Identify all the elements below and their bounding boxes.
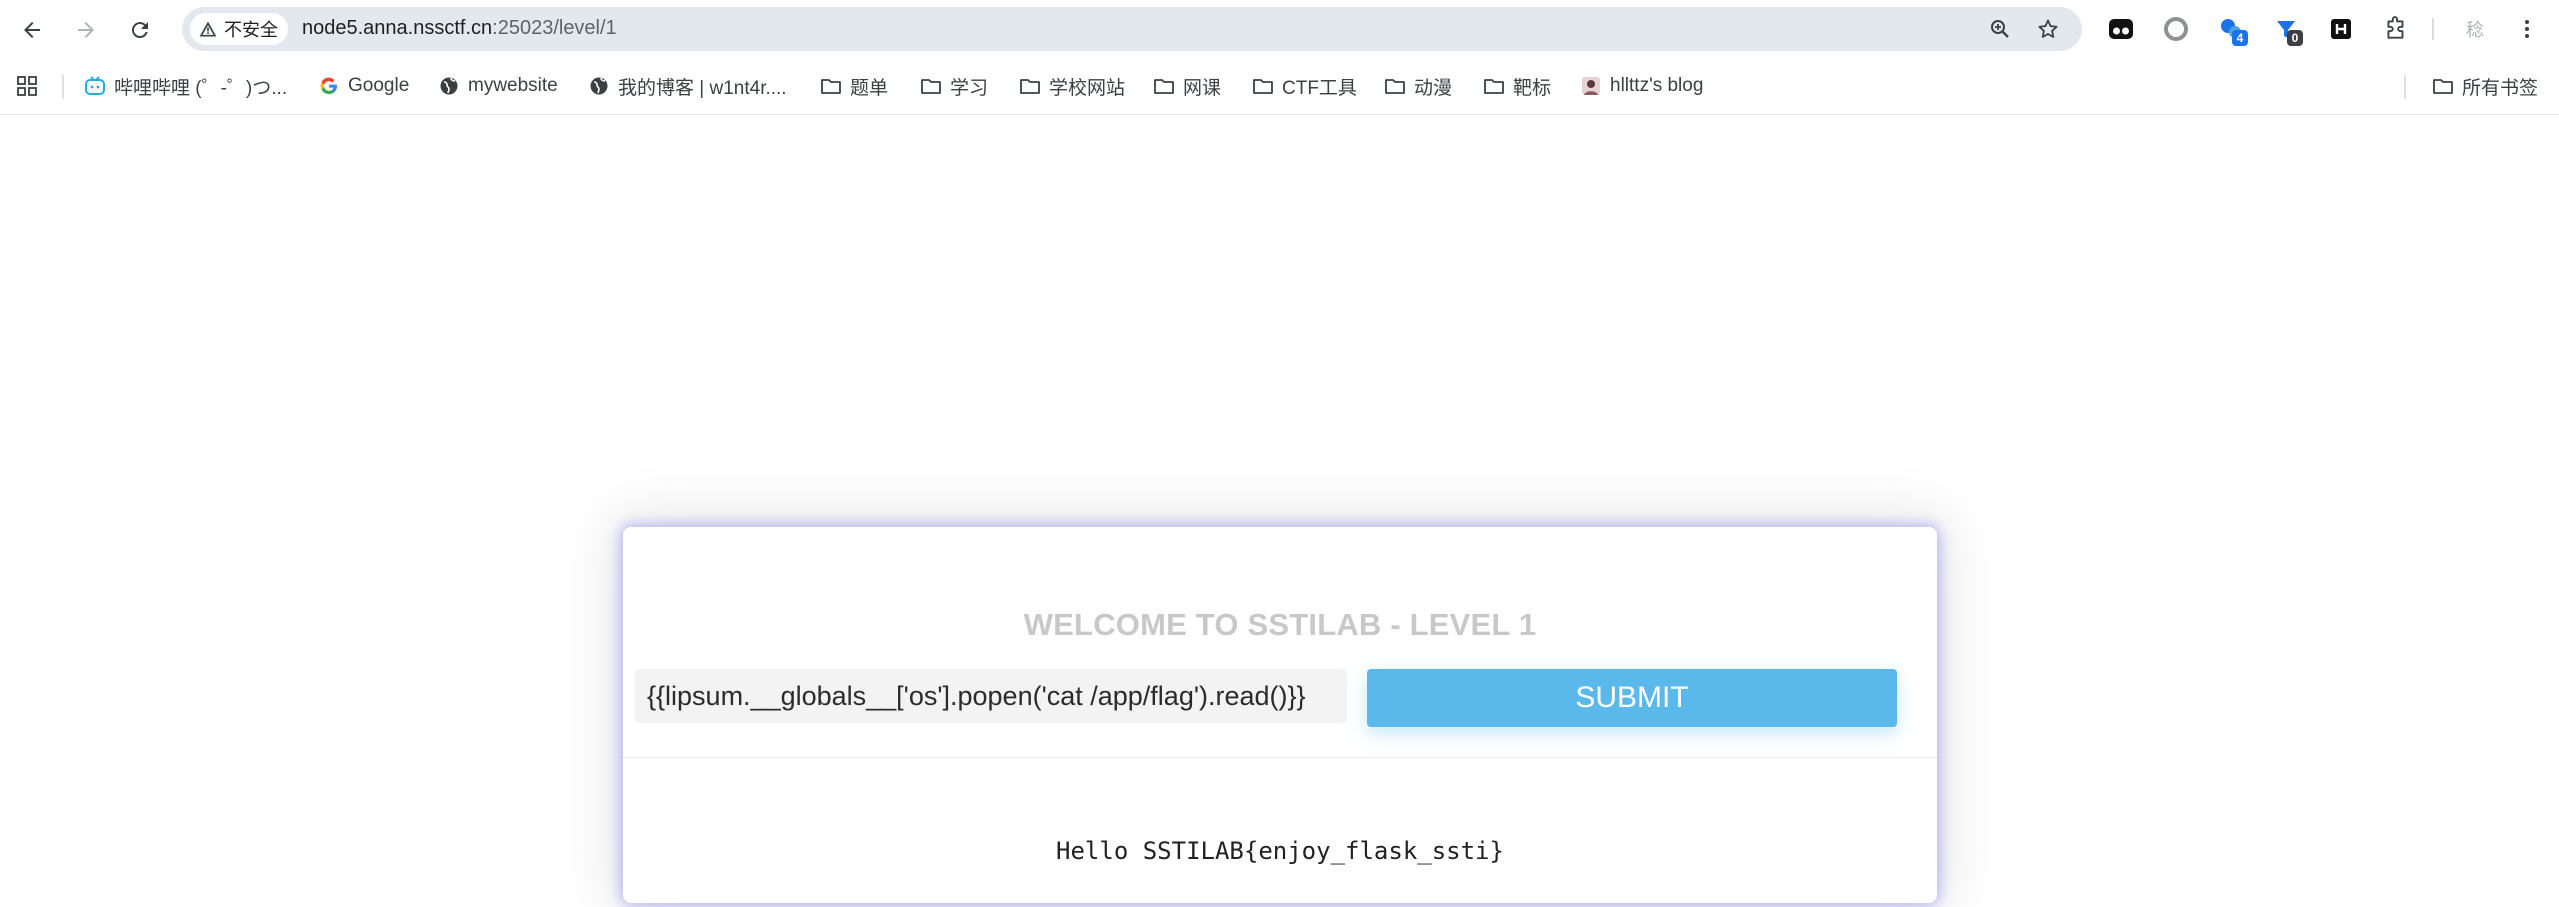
bookmarks-divider xyxy=(62,75,64,99)
google-icon xyxy=(320,77,337,95)
menu-button[interactable] xyxy=(2512,14,2542,44)
forward-button[interactable] xyxy=(66,10,106,50)
bookmark-folder-wangke[interactable]: 网课 xyxy=(1153,71,1221,101)
bookmark-label: Google xyxy=(348,75,410,96)
apps-button[interactable] xyxy=(16,71,38,101)
profile-label: 稔 xyxy=(2466,20,2484,40)
all-bookmarks-button[interactable]: 所有书签 xyxy=(2432,71,2538,101)
bookmark-label: CTF工具 xyxy=(1282,77,1357,99)
payload-input[interactable] xyxy=(635,669,1347,723)
h-extension-icon[interactable] xyxy=(2326,14,2356,44)
avatar-icon xyxy=(1582,77,1600,95)
back-icon xyxy=(24,22,40,38)
result-output: Hello SSTILAB{enjoy_flask_ssti} xyxy=(1056,837,1504,865)
star-icon[interactable] xyxy=(2036,17,2060,41)
security-chip[interactable]: 不安全 xyxy=(190,13,288,45)
extension-badge: 0 xyxy=(2287,30,2303,46)
reload-icon xyxy=(131,22,148,39)
bookmark-folder-tidan[interactable]: 题单 xyxy=(820,71,888,101)
profile-avatar[interactable]: 稔 xyxy=(2460,14,2490,44)
circle-extension-icon[interactable] xyxy=(2161,14,2191,44)
bookmarks-bar: 哔哩哔哩 (゜-゜)つ... Google mywebsite 我的博客 | w… xyxy=(0,59,2559,115)
url-path: :25023/level/1 xyxy=(492,17,617,39)
folder-icon xyxy=(1253,79,1273,94)
bookmark-google[interactable]: Google xyxy=(318,71,409,101)
url-host: node5.anna.nssctf.cn xyxy=(302,17,493,39)
security-label: 不安全 xyxy=(224,20,278,40)
bookmark-folder-target[interactable]: 靶标 xyxy=(1483,71,1551,101)
toolbar-divider xyxy=(2432,18,2434,40)
bookmark-label: 靶标 xyxy=(1513,77,1552,99)
bookmark-folder-school[interactable]: 学校网站 xyxy=(1019,71,1125,101)
page-title: WELCOME TO SSTILAB - LEVEL 1 xyxy=(1023,607,1537,642)
zoom-icon[interactable] xyxy=(1988,17,2012,41)
bookmark-label: 学习 xyxy=(950,77,989,99)
divider xyxy=(623,757,1937,758)
bookmark-label: hllttz's blog xyxy=(1610,75,1704,96)
folder-icon xyxy=(1154,79,1174,94)
folder-icon xyxy=(921,79,941,94)
back-button[interactable] xyxy=(12,10,52,50)
folder-icon xyxy=(1484,79,1504,94)
folder-icon xyxy=(2433,79,2453,94)
more-icon xyxy=(2525,20,2529,38)
bookmark-label: 学校网站 xyxy=(1049,77,1126,99)
all-bookmarks-label: 所有书签 xyxy=(2462,77,2539,99)
url-text[interactable]: node5.anna.nssctf.cn:25023/level/1 xyxy=(302,17,617,40)
bookmark-folder-xuexi[interactable]: 学习 xyxy=(920,71,988,101)
folder-icon xyxy=(1020,79,1040,94)
bookmark-folder-ctf-tools[interactable]: CTF工具 xyxy=(1252,71,1357,101)
bookmark-label: 哔哩哔哩 (゜-゜)つ... xyxy=(114,77,288,99)
tampermonkey-icon[interactable] xyxy=(2106,14,2136,44)
apps-grid-icon xyxy=(17,76,37,96)
bookmarks-divider xyxy=(2404,75,2406,99)
extension-badge: 4 xyxy=(2232,30,2248,46)
folder-icon xyxy=(821,79,841,94)
bookmark-folder-anime[interactable]: 动漫 xyxy=(1384,71,1452,101)
blue-cog-extension-icon[interactable]: 4 xyxy=(2216,14,2248,46)
blue-arrow-extension-icon[interactable]: 0 xyxy=(2271,14,2303,46)
forward-icon xyxy=(78,22,94,38)
bookmark-hllttz-blog[interactable]: hllttz's blog xyxy=(1580,71,1703,101)
warning-icon xyxy=(199,21,217,37)
bookmark-mywebsite[interactable]: mywebsite xyxy=(438,71,558,101)
bookmark-label: 动漫 xyxy=(1414,77,1453,99)
globe-icon xyxy=(440,77,458,95)
globe-icon xyxy=(590,77,608,95)
browser-toolbar: 不安全 node5.anna.nssctf.cn:25023/level/1 4… xyxy=(0,0,2559,59)
bilibili-icon xyxy=(85,76,105,95)
bookmark-bilibili[interactable]: 哔哩哔哩 (゜-゜)つ... xyxy=(84,71,287,101)
bookmark-label: 网课 xyxy=(1183,77,1222,99)
address-bar[interactable]: 不安全 node5.anna.nssctf.cn:25023/level/1 xyxy=(182,7,2082,51)
bookmark-label: 我的博客 | w1nt4r.... xyxy=(618,77,787,99)
bookmark-label: mywebsite xyxy=(468,75,558,96)
submit-button[interactable]: SUBMIT xyxy=(1367,669,1897,727)
reload-button[interactable] xyxy=(120,10,160,50)
bookmark-myblog[interactable]: 我的博客 | w1nt4r.... xyxy=(588,71,787,101)
extensions-button[interactable] xyxy=(2381,14,2411,44)
folder-icon xyxy=(1385,79,1405,94)
bookmark-label: 题单 xyxy=(850,77,889,99)
puzzle-icon xyxy=(2387,16,2404,39)
sstilab-card: WELCOME TO SSTILAB - LEVEL 1 SUBMIT Hell… xyxy=(623,527,1937,903)
